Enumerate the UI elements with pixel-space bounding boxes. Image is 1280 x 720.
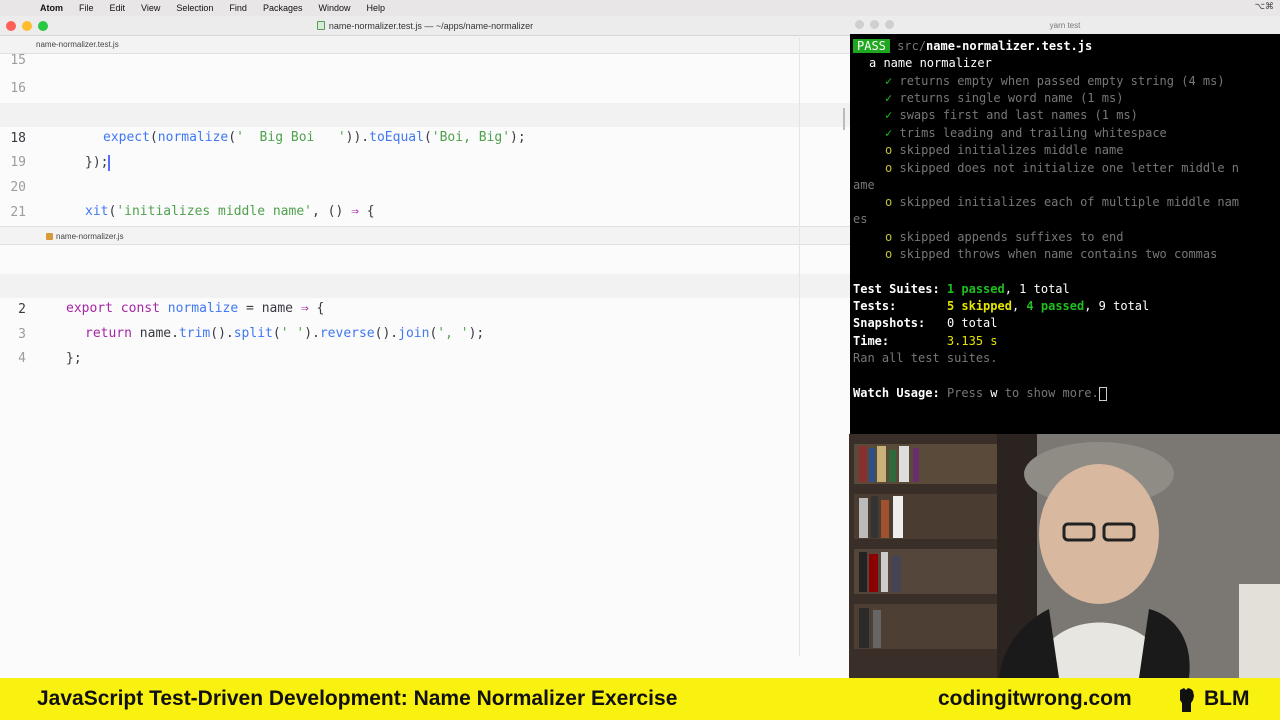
file-icon (316, 21, 325, 30)
code-line-17: 17 expect(normalize(' Big Boi ')).toEqua… (0, 78, 850, 145)
menu-file[interactable]: File (79, 3, 94, 13)
minimize-window-icon[interactable] (870, 20, 879, 29)
terminal-cursor[interactable] (1098, 386, 1107, 401)
blm-label: BLM (1204, 687, 1250, 710)
test-result: ✓ trims leading and trailing whitespace (885, 126, 1167, 140)
banner-site: codingitwrong.com (938, 687, 1132, 710)
webcam-feed (849, 434, 1280, 678)
terminal-titlebar: yarn test (850, 16, 1280, 34)
close-window-icon[interactable] (855, 20, 864, 29)
window-title: name-normalizer.test.js — ~/apps/name-no… (328, 20, 534, 31)
code-line-19: 19 (0, 127, 850, 170)
code-line-22: 22 }); (0, 202, 850, 226)
test-result-skipped: o skipped does not initialize one letter… (885, 161, 1240, 175)
ran-all-text: Ran all test suites. (853, 351, 998, 365)
summary-time: Time: 3.135 s (853, 334, 998, 348)
bottom-pane-tabbar: name-normalizer.js (0, 226, 850, 245)
test-result: ✓ returns single word name (1 ms) (885, 91, 1124, 105)
watch-usage: Watch Usage: Press w to show more. (853, 385, 1107, 402)
menu-find[interactable]: Find (229, 3, 247, 13)
test-result: ✓ returns empty when passed empty string… (885, 74, 1225, 88)
menu-selection[interactable]: Selection (176, 3, 213, 13)
test-result-skipped: o skipped throws when name contains two … (885, 247, 1218, 261)
code-line-3: 3 }; (0, 299, 850, 366)
terminal-window: yarn test PASS src/name-normalizer.test.… (850, 16, 1280, 434)
source-file-pane[interactable]: 1 export const normalize = name ⇒ { 2 re… (0, 245, 850, 445)
line-number: 4 (18, 351, 26, 366)
test-result-skipped: o skipped initializes middle name (885, 143, 1124, 157)
summary-snapshots: Snapshots: 0 total (853, 316, 998, 330)
tab-name-normalizer[interactable]: name-normalizer.js (56, 232, 124, 241)
code-line-4: 4 (0, 323, 850, 366)
code-line-1: 1 export const normalize = name ⇒ { (0, 249, 850, 316)
zoom-window-icon[interactable] (38, 21, 48, 31)
code-line-18-active: 18 }); (0, 103, 850, 171)
webcam-scene (849, 434, 1280, 678)
course-banner: JavaScript Test-Driven Development: Name… (0, 678, 1280, 720)
wrapped-text: ame (853, 178, 875, 192)
banner-title: JavaScript Test-Driven Development: Name… (37, 687, 678, 710)
window-controls (6, 21, 48, 31)
test-result-skipped: o skipped appends suffixes to end (885, 230, 1124, 244)
code-line-20: 20 xit('initializes middle name', () ⇒ { (0, 152, 850, 219)
menu-window[interactable]: Window (318, 3, 350, 13)
pass-badge: PASS (853, 39, 890, 53)
test-result: ✓ swaps first and last names (1 ms) (885, 108, 1138, 122)
scrollbar-thumb[interactable] (843, 108, 845, 130)
wrap-guide (799, 38, 800, 656)
test-file-header: PASS src/name-normalizer.test.js (853, 38, 1092, 55)
editor-titlebar: name-normalizer.test.js — ~/apps/name-no… (0, 16, 850, 36)
wrapped-text: es (853, 212, 868, 226)
summary-tests: Tests: 5 skipped, 4 passed, 9 total (853, 299, 1150, 313)
code-line: 15 (10, 53, 26, 68)
summary-suites: Test Suites: 1 passed, 1 total (853, 282, 1070, 296)
menu-atom[interactable]: Atom (40, 3, 63, 13)
minimize-window-icon[interactable] (22, 21, 32, 31)
raised-fist-icon (1180, 688, 1194, 712)
code-line-16: 16 it('trims leading and trailing whites… (0, 53, 850, 120)
menu-view[interactable]: View (141, 3, 160, 13)
test-result-skipped: o skipped initializes each of multiple m… (885, 195, 1240, 209)
code-line-21: 21 expect(normalize('Henry David Thoreau… (0, 177, 850, 220)
status-shortcut-text: ⌥⌘ (1254, 1, 1274, 11)
close-window-icon[interactable] (6, 21, 16, 31)
js-file-icon (46, 233, 53, 240)
menu-packages[interactable]: Packages (263, 3, 303, 13)
zoom-window-icon[interactable] (885, 20, 894, 29)
menu-help[interactable]: Help (366, 3, 385, 13)
code-line-2-active: 2 return name.trim().split(' ').reverse(… (0, 274, 850, 341)
test-file-pane[interactable]: 15 16 it('trims leading and trailing whi… (0, 38, 850, 226)
menu-bar: Atom File Edit View Selection Find Packa… (0, 0, 1280, 16)
menu-edit[interactable]: Edit (110, 3, 126, 13)
describe-block: a name normalizer (869, 56, 992, 70)
terminal-title: yarn test (1049, 20, 1081, 30)
